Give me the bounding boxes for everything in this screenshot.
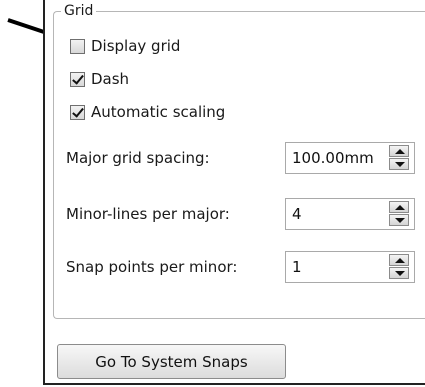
- display-grid-option[interactable]: Display grid: [70, 36, 180, 56]
- minor-lines-per-major-spinner[interactable]: [389, 201, 411, 227]
- dash-checkbox[interactable]: [70, 71, 85, 87]
- snap-points-per-minor-spinner[interactable]: [389, 254, 411, 280]
- snap-points-per-minor-decrement-button[interactable]: [389, 267, 409, 279]
- display-grid-label: Display grid: [91, 37, 181, 55]
- minor-lines-per-major-increment-button[interactable]: [389, 201, 409, 213]
- dash-option[interactable]: Dash: [70, 69, 129, 89]
- go-to-system-snaps-button[interactable]: Go To System Snaps: [57, 344, 286, 379]
- major-grid-spacing-increment-button[interactable]: [389, 145, 409, 157]
- minor-lines-per-major-input[interactable]: [286, 199, 387, 229]
- snap-points-per-minor-input[interactable]: [286, 252, 387, 282]
- major-grid-spacing-spinner[interactable]: [389, 145, 411, 171]
- major-grid-spacing-input[interactable]: [286, 143, 387, 173]
- snap-points-per-minor-increment-button[interactable]: [389, 254, 409, 266]
- minor-lines-per-major-label: Minor-lines per major:: [66, 205, 230, 223]
- up-arrow-icon: [395, 149, 405, 154]
- down-arrow-icon: [395, 162, 405, 167]
- up-arrow-icon: [395, 258, 405, 263]
- automatic-scaling-label: Automatic scaling: [91, 103, 226, 121]
- snap-points-per-minor-label: Snap points per minor:: [66, 258, 238, 276]
- down-arrow-icon: [395, 271, 405, 276]
- down-arrow-icon: [395, 218, 405, 223]
- minor-lines-per-major-field[interactable]: [285, 198, 415, 230]
- up-arrow-icon: [395, 205, 405, 210]
- major-grid-spacing-label: Major grid spacing:: [66, 149, 210, 167]
- automatic-scaling-checkbox[interactable]: [70, 104, 85, 120]
- major-grid-spacing-field[interactable]: [285, 142, 415, 174]
- display-grid-checkbox[interactable]: [70, 38, 85, 54]
- major-grid-spacing-decrement-button[interactable]: [389, 158, 409, 170]
- minor-lines-per-major-decrement-button[interactable]: [389, 214, 409, 226]
- snap-points-per-minor-field[interactable]: [285, 251, 415, 283]
- dash-label: Dash: [91, 70, 130, 88]
- grid-group-title: Grid: [61, 3, 97, 19]
- automatic-scaling-option[interactable]: Automatic scaling: [70, 102, 225, 122]
